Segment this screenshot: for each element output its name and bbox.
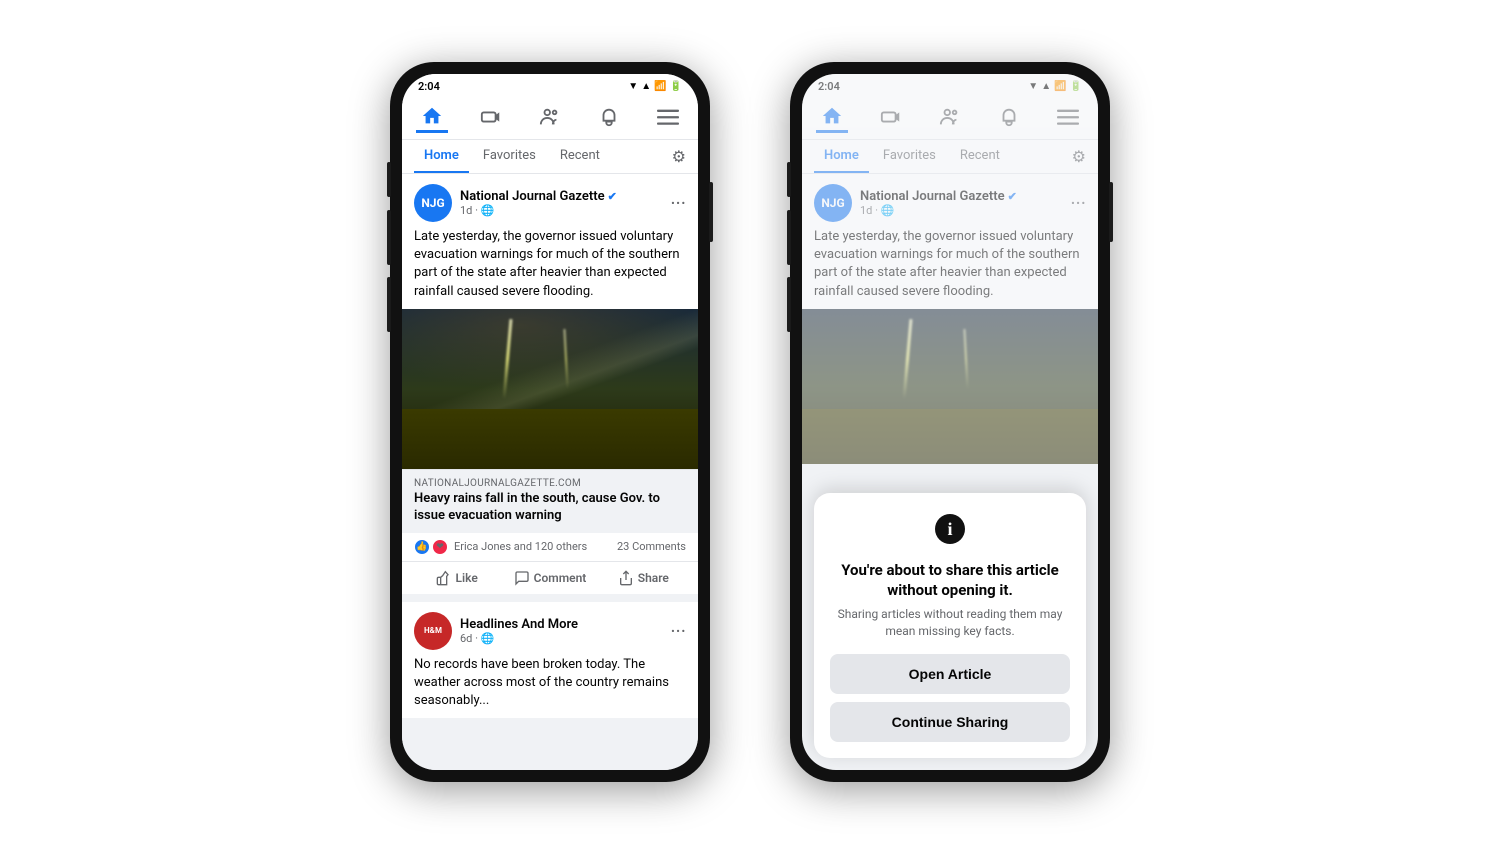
modal-subtitle: Sharing articles without reading them ma…: [830, 606, 1070, 640]
post-card-1-left: NJG National Journal Gazette ✔ 1d · 🌐 ··…: [402, 174, 698, 594]
avatar-2-left: H&M: [414, 612, 452, 650]
modal-title: You're about to share this article witho…: [830, 561, 1070, 600]
open-article-button[interactable]: Open Article: [830, 654, 1070, 694]
post-header-1-left: NJG National Journal Gazette ✔ 1d · 🌐 ··…: [402, 174, 698, 228]
post-text-1-left: Late yesterday, the governor issued volu…: [402, 228, 698, 309]
more-btn-1-left[interactable]: ···: [670, 193, 686, 213]
avatar-1-right: NJG: [814, 184, 852, 222]
top-nav-left: [402, 95, 698, 140]
nav-menu-left[interactable]: [652, 101, 684, 133]
post-image-1-right: [802, 309, 1098, 464]
post-image-1-left: [402, 309, 698, 469]
verified-badge-1-left: ✔: [608, 190, 617, 203]
modal-info-icon: i: [830, 513, 1070, 551]
tab-favorites-right: Favorites: [873, 140, 946, 173]
nav-home-right: [816, 101, 848, 133]
post-time-2-left: 6d · 🌐: [460, 632, 662, 645]
post-text-2-left: No records have been broken today. The w…: [402, 656, 698, 719]
post-time-1-left: 1d · 🌐: [460, 204, 662, 217]
nav-home-left[interactable]: [416, 101, 448, 133]
post-card-1-right: NJG National Journal Gazette ✔ 1d · 🌐 ··…: [802, 174, 1098, 464]
action-bar-1-left: Like Comment Share: [402, 561, 698, 594]
status-bar-right: 2:04 ▼ ▲ 📶 🔋: [802, 74, 1098, 95]
tab-recent-right: Recent: [950, 140, 1010, 173]
nav-groups-right: [934, 101, 966, 133]
phone-left: 2:04 ▼ ▲ 📶 🔋: [390, 62, 710, 782]
nav-menu-right: [1052, 101, 1084, 133]
svg-text:i: i: [947, 519, 952, 539]
share-btn-left[interactable]: Share: [597, 564, 690, 592]
tab-bar-right: Home Favorites Recent ⚙: [802, 140, 1098, 174]
post-card-2-left: H&M Headlines And More 6d · 🌐 ··· No rec…: [402, 602, 698, 719]
like-emoji-left: 👍: [414, 539, 430, 555]
status-time-left: 2:04: [418, 80, 440, 93]
status-icons-right: ▼ ▲ 📶 🔋: [1028, 81, 1082, 92]
post-author-1-left: National Journal Gazette ✔: [460, 189, 662, 204]
reaction-emojis-1-left: 👍 ❤ Erica Jones and 120 others: [414, 539, 587, 555]
tab-favorites-left[interactable]: Favorites: [473, 140, 546, 173]
tab-filter-right: ⚙: [1072, 147, 1086, 166]
nav-bell-left[interactable]: [593, 101, 625, 133]
continue-sharing-button[interactable]: Continue Sharing: [830, 702, 1070, 742]
avatar-1-left: NJG: [414, 184, 452, 222]
post-header-2-left: H&M Headlines And More 6d · 🌐 ···: [402, 602, 698, 656]
post-text-1-right: Late yesterday, the governor issued volu…: [802, 228, 1098, 309]
reactions-row-1-left: 👍 ❤ Erica Jones and 120 others 23 Commen…: [402, 533, 698, 561]
comments-count-left: 23 Comments: [617, 540, 686, 553]
post-header-1-right: NJG National Journal Gazette ✔ 1d · 🌐 ··…: [802, 174, 1098, 228]
post-meta-1-left: National Journal Gazette ✔ 1d · 🌐: [460, 189, 662, 217]
post-meta-2-left: Headlines And More 6d · 🌐: [460, 617, 662, 645]
verified-badge-1-right: ✔: [1008, 190, 1017, 203]
status-bar-left: 2:04 ▼ ▲ 📶 🔋: [402, 74, 698, 95]
post-time-1-right: 1d · 🌐: [860, 204, 1062, 217]
feed-left: NJG National Journal Gazette ✔ 1d · 🌐 ··…: [402, 174, 698, 770]
nav-groups-left[interactable]: [534, 101, 566, 133]
link-title-1-left: Heavy rains fall in the south, cause Gov…: [414, 491, 686, 525]
nav-bell-right: [993, 101, 1025, 133]
phone-right: 2:04 ▼ ▲ 📶 🔋: [790, 62, 1110, 782]
post-author-1-right: National Journal Gazette ✔: [860, 189, 1062, 204]
like-btn-left[interactable]: Like: [410, 564, 503, 592]
status-time-right: 2:04: [818, 80, 840, 93]
heart-emoji-left: ❤: [432, 539, 448, 555]
nav-video-right: [875, 101, 907, 133]
tab-filter-left[interactable]: ⚙: [672, 147, 686, 166]
top-nav-right: [802, 95, 1098, 140]
more-btn-2-left[interactable]: ···: [670, 621, 686, 641]
tab-bar-left: Home Favorites Recent ⚙: [402, 140, 698, 174]
link-source-1-left: NATIONALJOURNALGAZETTE.COM: [414, 478, 686, 489]
tab-home-right: Home: [814, 140, 869, 173]
comment-btn-left[interactable]: Comment: [503, 564, 596, 592]
phone-right-dimmed: 2:04 ▼ ▲ 📶 🔋: [802, 74, 1098, 464]
post-meta-1-right: National Journal Gazette ✔ 1d · 🌐: [860, 189, 1062, 217]
tab-home-left[interactable]: Home: [414, 140, 469, 173]
more-btn-1-right: ···: [1070, 193, 1086, 213]
link-preview-1-left: NATIONALJOURNALGAZETTE.COM Heavy rains f…: [402, 469, 698, 533]
tab-recent-left[interactable]: Recent: [550, 140, 610, 173]
status-icons-left: ▼ ▲ 📶 🔋: [628, 81, 682, 92]
post-author-2-left: Headlines And More: [460, 617, 662, 632]
nav-video-left[interactable]: [475, 101, 507, 133]
reactions-text-left: Erica Jones and 120 others: [454, 540, 587, 553]
share-modal: i You're about to share this article wit…: [814, 493, 1086, 758]
